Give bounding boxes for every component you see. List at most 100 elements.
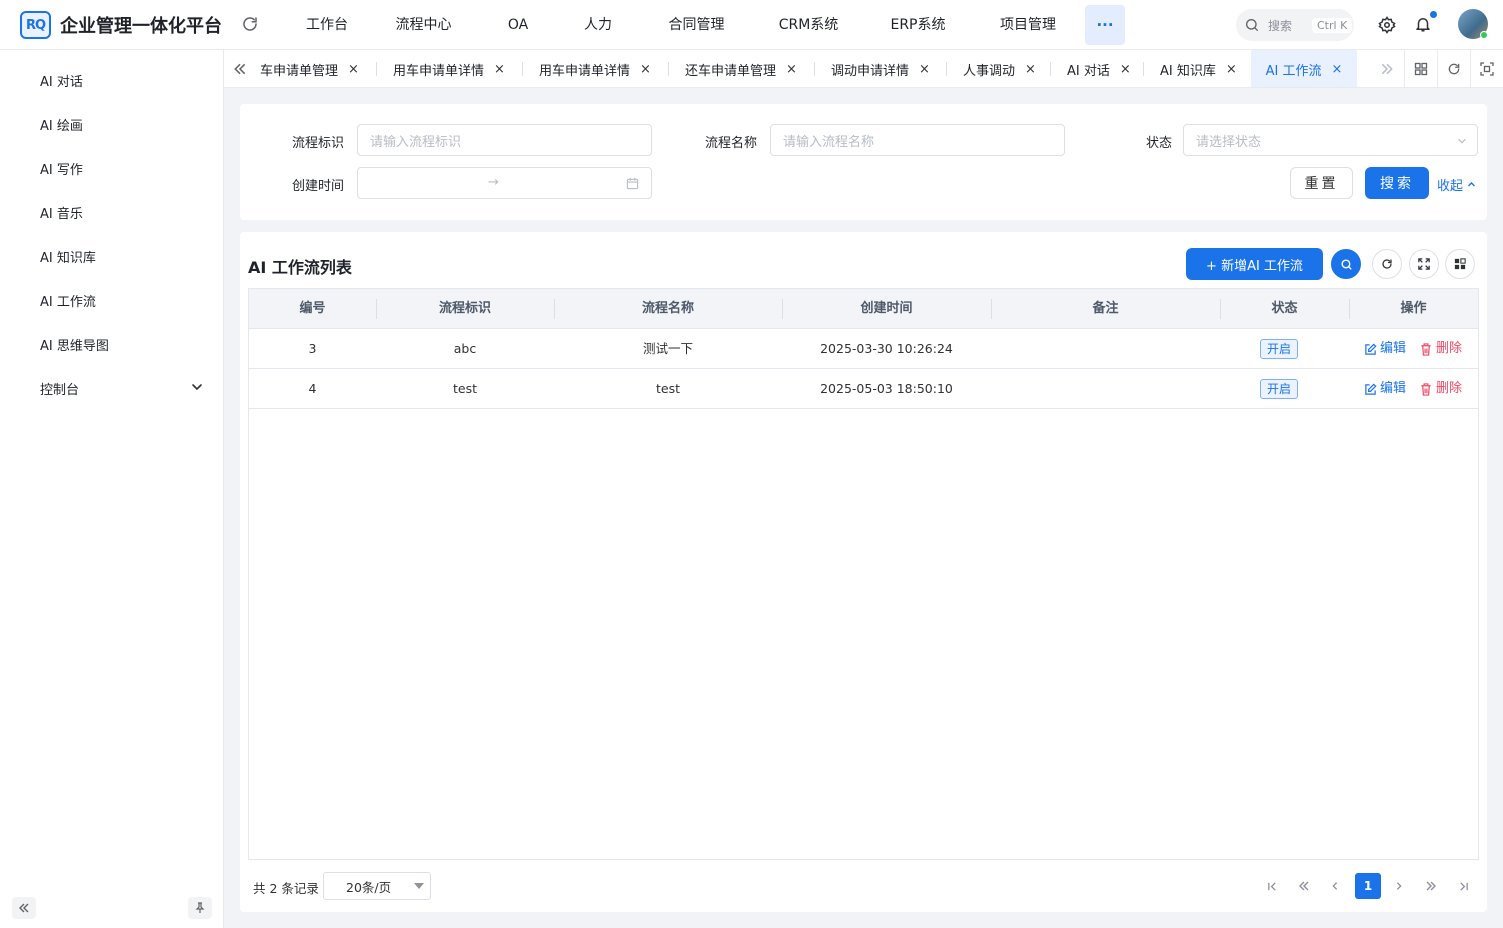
cell-key: test — [452, 381, 477, 396]
sidebar-item-console[interactable]: 控制台 — [40, 379, 79, 398]
next-page-button[interactable] — [1386, 873, 1412, 899]
prev-group-button[interactable] — [1291, 873, 1317, 899]
nav-item-workbench[interactable]: 工作台 — [285, 0, 369, 50]
tab-vehicle-application-management[interactable]: 车申请单管理 × — [260, 50, 359, 87]
table-row[interactable]: 4 test test 2025-05-03 18:50:10 开启 编辑 删除 — [249, 369, 1478, 409]
tab-ai-knowledge[interactable]: AI 知识库 × — [1160, 50, 1237, 87]
close-icon[interactable]: × — [1226, 62, 1237, 77]
process-key-input[interactable]: 请输入流程标识 — [357, 124, 652, 156]
last-page-button[interactable] — [1450, 873, 1476, 899]
chevron-down-icon[interactable] — [191, 381, 203, 393]
app-logo[interactable]: RQ — [20, 11, 51, 39]
first-page-button[interactable] — [1259, 873, 1285, 899]
delete-button[interactable]: 删除 — [1420, 369, 1462, 409]
delete-button[interactable]: 删除 — [1420, 329, 1462, 369]
page-number-current[interactable]: 1 — [1355, 873, 1381, 899]
refresh-icon[interactable] — [241, 15, 259, 33]
tab-grid-button[interactable] — [1404, 50, 1437, 87]
reload-list-button[interactable] — [1372, 249, 1402, 279]
collapse-filter-link[interactable]: 收起 — [1437, 175, 1476, 194]
close-icon[interactable]: × — [786, 62, 797, 77]
add-workflow-button[interactable]: + 新增AI 工作流 — [1186, 248, 1323, 280]
nav-item-crm[interactable]: CRM系统 — [755, 0, 862, 50]
column-header-name: 流程名称 — [641, 301, 694, 316]
tab-transfer-detail[interactable]: 调动申请详情 × — [831, 50, 930, 87]
column-settings-button[interactable] — [1445, 249, 1475, 279]
edit-button[interactable]: 编辑 — [1364, 329, 1406, 369]
tab-divider — [376, 62, 377, 76]
notification-dot — [1430, 11, 1437, 18]
edit-button[interactable]: 编辑 — [1364, 369, 1406, 409]
edit-icon — [1365, 383, 1377, 395]
chevron-left-icon — [1332, 882, 1338, 890]
close-icon[interactable]: × — [1331, 62, 1342, 77]
status-label: 状态 — [1146, 136, 1173, 151]
close-icon[interactable]: × — [640, 62, 651, 77]
edit-label: 编辑 — [1380, 341, 1407, 356]
close-icon[interactable]: × — [348, 62, 359, 77]
collapse-sidebar-button[interactable] — [12, 897, 36, 919]
first-page-icon — [1267, 881, 1276, 891]
tab-vehicle-application-detail-2[interactable]: 用车申请单详情 × — [539, 50, 651, 87]
next-group-button[interactable] — [1418, 873, 1444, 899]
sidebar-item-ai-mindmap[interactable]: AI 思维导图 — [40, 335, 109, 354]
tab-label: AI 对话 — [1067, 63, 1110, 79]
tab-divider — [1143, 62, 1144, 76]
tab-return-vehicle-management[interactable]: 还车申请单管理 × — [685, 50, 797, 87]
close-icon[interactable]: × — [1120, 62, 1131, 77]
sidebar-item-ai-chat[interactable]: AI 对话 — [40, 71, 83, 90]
app-title: 企业管理一体化平台 — [60, 16, 222, 37]
nav-item-process-center[interactable]: 流程中心 — [369, 0, 478, 50]
tab-fullscreen-button[interactable] — [1470, 50, 1503, 87]
sidebar-item-ai-writing[interactable]: AI 写作 — [40, 159, 83, 178]
close-icon[interactable]: × — [1025, 62, 1036, 77]
table-row[interactable]: 3 abc 测试一下 2025-03-30 10:26:24 开启 编辑 删除 — [249, 329, 1478, 369]
created-date-range[interactable]: → — [357, 167, 652, 199]
prev-page-button[interactable] — [1322, 873, 1348, 899]
search-button[interactable]: 搜索 — [1365, 167, 1429, 199]
tab-label: 还车申请单管理 — [685, 63, 777, 79]
search-placeholder: 搜索 — [1268, 18, 1293, 33]
tabs-bar: 车申请单管理 × 用车申请单详情 × 用车申请单详情 × 还车申请单管理 × 调动申请详… — [224, 50, 1503, 88]
sidebar-item-ai-music[interactable]: AI 音乐 — [40, 203, 83, 222]
process-name-input[interactable]: 请输入流程名称 — [770, 124, 1065, 156]
tabs-scroll-left-icon[interactable] — [233, 62, 247, 76]
search-icon — [1340, 258, 1352, 270]
created-time-label: 创建时间 — [292, 179, 345, 194]
nav-item-erp[interactable]: ERP系统 — [862, 0, 974, 50]
tab-refresh-button[interactable] — [1437, 50, 1470, 87]
global-search[interactable]: 搜索 Ctrl K — [1236, 9, 1354, 41]
reset-button[interactable]: 重置 — [1290, 167, 1353, 199]
search-shortcut: Ctrl K — [1312, 17, 1353, 33]
tab-ai-chat[interactable]: AI 对话 × — [1067, 50, 1131, 87]
bell-icon[interactable] — [1414, 15, 1432, 33]
refresh-icon — [1448, 63, 1460, 75]
status-select[interactable]: 请选择状态 — [1183, 124, 1478, 156]
table-header: 编号 流程标识 流程名称 创建时间 备注 状态 操作 — [249, 289, 1478, 329]
more-nav-button[interactable]: ··· — [1085, 5, 1125, 45]
tabs-scroll-right-icon[interactable] — [1380, 62, 1394, 76]
close-icon[interactable]: × — [494, 62, 505, 77]
sidebar-item-ai-drawing[interactable]: AI 绘画 — [40, 115, 83, 134]
page-size-value: 20条/页 — [346, 879, 392, 895]
toggle-search-button[interactable] — [1331, 249, 1361, 279]
pin-sidebar-button[interactable] — [188, 897, 212, 919]
nav-item-oa[interactable]: OA — [478, 0, 558, 50]
delete-label: 删除 — [1436, 341, 1463, 356]
tab-label: AI 知识库 — [1160, 63, 1216, 79]
nav-item-contract[interactable]: 合同管理 — [638, 0, 755, 50]
expand-icon — [1418, 258, 1430, 270]
tab-vehicle-application-detail-1[interactable]: 用车申请单详情 × — [393, 50, 505, 87]
sidebar-item-ai-workflow[interactable]: AI 工作流 — [40, 291, 96, 310]
sidebar-item-ai-knowledge[interactable]: AI 知识库 — [40, 247, 96, 266]
nav-item-project[interactable]: 项目管理 — [974, 0, 1082, 50]
cell-id: 4 — [308, 381, 317, 396]
tab-personnel-transfer[interactable]: 人事调动 × — [963, 50, 1036, 87]
nav-item-hr[interactable]: 人力 — [558, 0, 638, 50]
cell-key: abc — [453, 341, 477, 356]
tab-ai-workflow[interactable]: AI 工作流 × — [1251, 50, 1357, 87]
expand-list-button[interactable] — [1409, 249, 1439, 279]
gear-icon[interactable] — [1378, 16, 1396, 34]
close-icon[interactable]: × — [919, 62, 930, 77]
page-size-select[interactable]: 20条/页 — [323, 872, 431, 900]
